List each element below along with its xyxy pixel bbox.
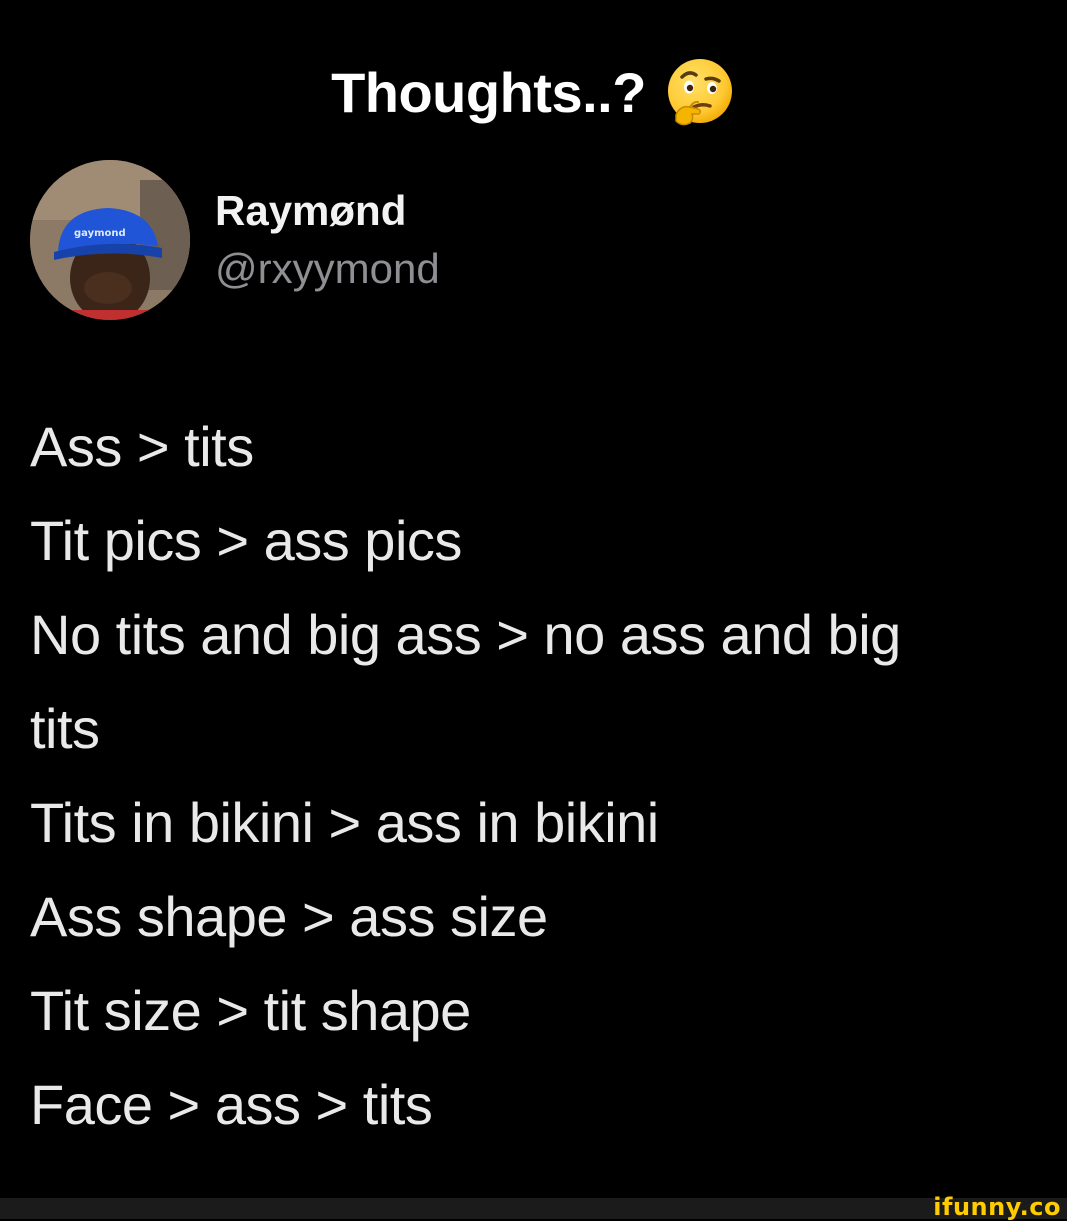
- tweet-text: Ass > tits Tit pics > ass pics No tits a…: [30, 400, 1040, 1152]
- tweet-line: Tits in bikini > ass in bikini: [30, 791, 659, 854]
- avatar[interactable]: gaymond: [30, 160, 190, 320]
- tweet-line: No tits and big ass > no ass and big: [30, 603, 901, 666]
- thinking-face-icon: [664, 57, 736, 129]
- tweet-line: Tit size > tit shape: [30, 979, 471, 1042]
- tweet-line: Face > ass > tits: [30, 1073, 433, 1136]
- tweet-line: Ass > tits: [30, 415, 254, 478]
- watermark-bar: [0, 1198, 1067, 1219]
- tweet-line: tits: [30, 697, 100, 760]
- ifunny-watermark: ifunny.co: [933, 1193, 1061, 1221]
- avatar-cap-text: gaymond: [74, 228, 126, 239]
- tweet-line: Tit pics > ass pics: [30, 509, 462, 572]
- user-handle[interactable]: @rxyymond: [215, 244, 440, 294]
- meme-caption: Thoughts..?: [0, 58, 1067, 133]
- caption-text: Thoughts..?: [331, 61, 646, 124]
- display-name[interactable]: Raymønd: [215, 186, 406, 236]
- tweet-line: Ass shape > ass size: [30, 885, 548, 948]
